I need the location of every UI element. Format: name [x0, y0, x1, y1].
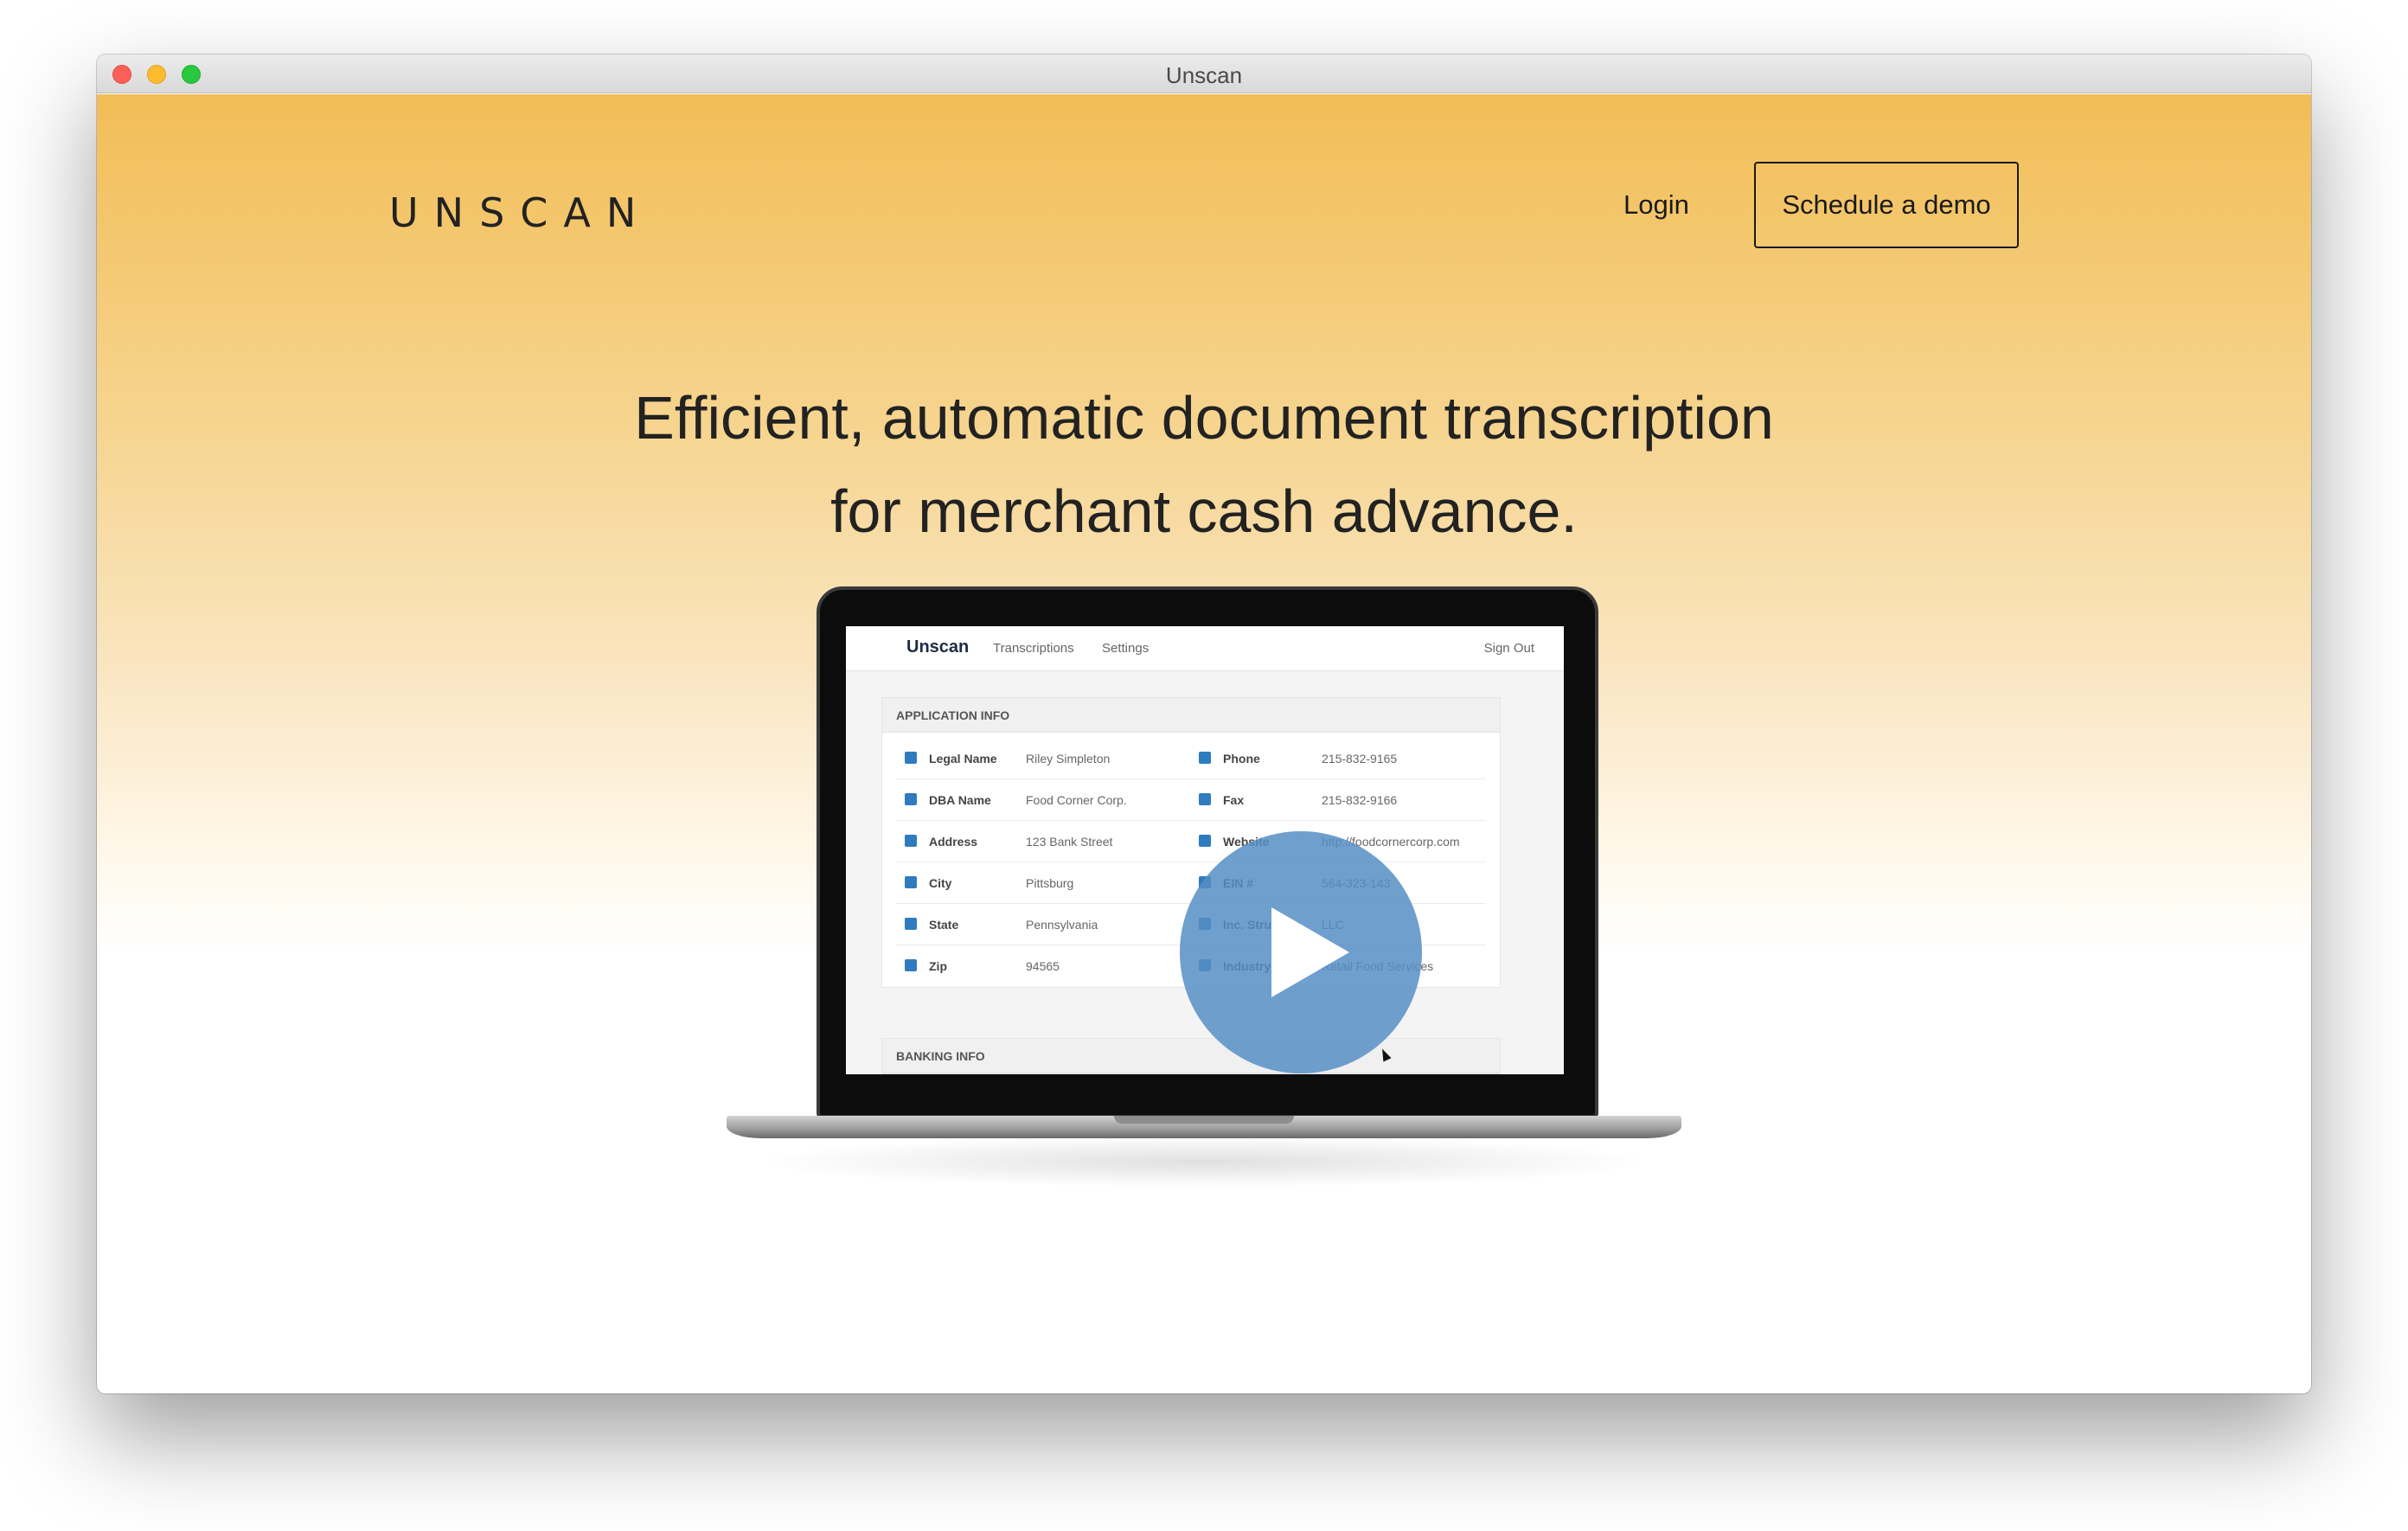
- banking-info-panel: BANKING INFO: [881, 1038, 1501, 1074]
- field-value: Pennsylvania: [1026, 918, 1098, 932]
- field-value: Pittsburg: [1026, 876, 1074, 890]
- play-icon: [1271, 907, 1349, 997]
- field-label: Legal Name: [929, 752, 997, 766]
- info-row: Legal Name Riley Simpleton Phone 215-832-91…: [896, 738, 1486, 779]
- play-video-button[interactable]: [1180, 831, 1422, 1073]
- envelope-icon: [1199, 793, 1211, 805]
- app-nav-settings: Settings: [1102, 641, 1150, 656]
- envelope-icon: [905, 793, 917, 805]
- schedule-demo-button[interactable]: Schedule a demo: [1754, 162, 2019, 248]
- app-nav-transcriptions: Transcriptions: [993, 641, 1074, 656]
- globe-icon: [1199, 835, 1211, 847]
- hero-headline: Efficient, automatic document transcript…: [97, 371, 2311, 558]
- field-value: 215-832-9166: [1322, 793, 1398, 807]
- user-icon: [905, 752, 917, 764]
- login-link[interactable]: Login: [1623, 189, 1689, 221]
- unscan-logo[interactable]: UNSCAN: [389, 189, 651, 236]
- home-icon: [905, 835, 917, 847]
- browser-window: Unscan UNSCAN Login Schedule a demo Effi…: [97, 54, 2311, 1393]
- field-label: Fax: [1223, 793, 1245, 807]
- laptop-shadow: [754, 1136, 1654, 1188]
- app-brand: Unscan: [906, 637, 970, 657]
- panel-title: BANKING INFO: [882, 1039, 1500, 1073]
- phone-icon: [905, 876, 917, 888]
- field-label: Phone: [1223, 752, 1260, 766]
- hero-line-2: for merchant cash advance.: [830, 477, 1578, 545]
- field-value: Food Corner Corp.: [1026, 793, 1127, 807]
- field-value: 215-832-9165: [1322, 752, 1398, 766]
- hero-line-1: Efficient, automatic document transcript…: [634, 384, 1774, 452]
- title-bar: Unscan: [97, 54, 2311, 93]
- field-label: City: [929, 876, 952, 890]
- laptop-notch: [1114, 1116, 1294, 1124]
- flag-icon: [905, 918, 917, 930]
- app-navbar: Unscan Transcriptions Settings Sign Out: [846, 626, 1564, 671]
- field-label: Zip: [929, 959, 947, 973]
- panel-title: APPLICATION INFO: [882, 698, 1500, 733]
- field-value: 123 Bank Street: [1026, 835, 1113, 849]
- window-title: Unscan: [1165, 62, 1243, 88]
- field-value: 94565: [1026, 959, 1060, 973]
- field-label: Address: [929, 835, 978, 849]
- field-label: DBA Name: [929, 793, 991, 807]
- app-nav-signout: Sign Out: [1483, 641, 1534, 656]
- field-label: State: [929, 918, 959, 932]
- flag-icon: [905, 959, 917, 971]
- info-row: Address 123 Bank Street Website http://food…: [896, 821, 1486, 862]
- info-row: DBA Name Food Corner Corp. Fax 215-832-9166: [896, 779, 1486, 821]
- field-value: Riley Simpleton: [1026, 752, 1111, 766]
- phone-icon: [1199, 752, 1211, 764]
